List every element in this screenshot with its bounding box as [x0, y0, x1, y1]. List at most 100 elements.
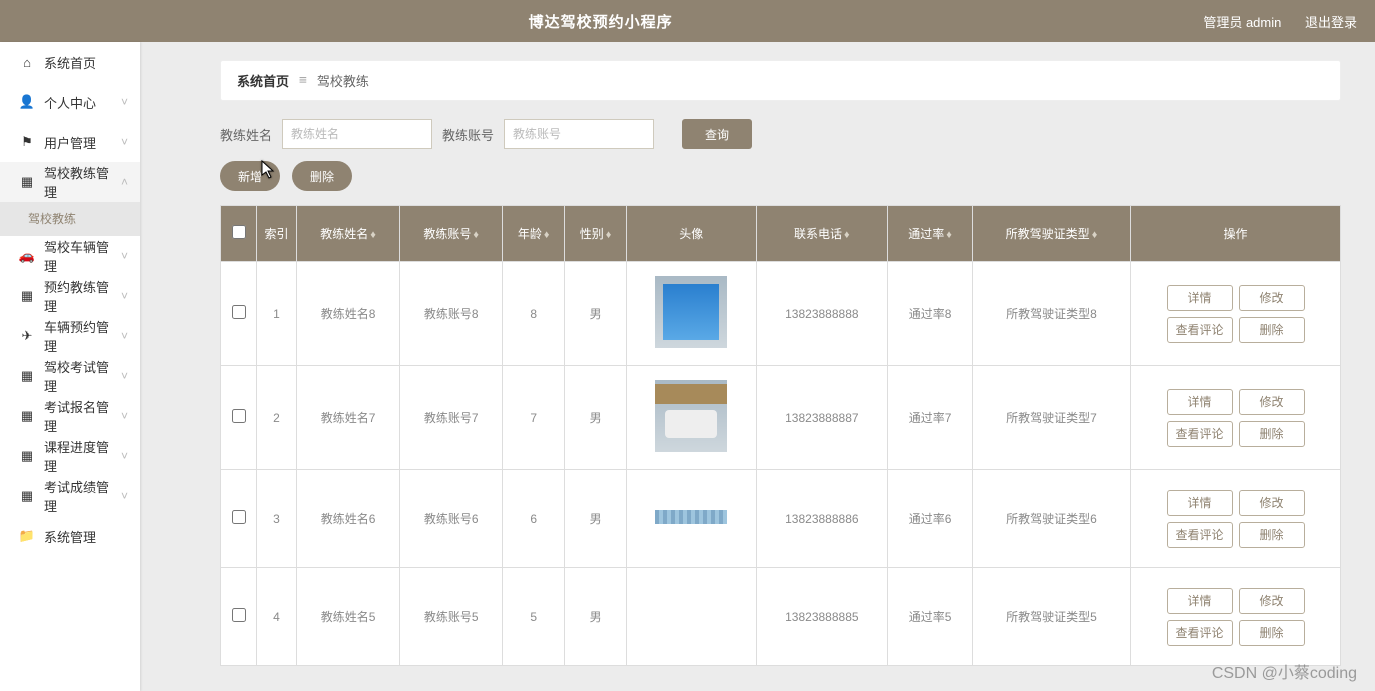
sort-icon[interactable]: ♦: [606, 229, 612, 241]
cell-phone: 13823888887: [756, 366, 888, 470]
cell-name: 教练姓名8: [297, 262, 400, 366]
sidebar-item-label: 考试报名管理: [44, 397, 121, 435]
cell-teach: 所教驾驶证类型6: [973, 470, 1131, 568]
sidebar-item-label: 驾校考试管理: [44, 357, 121, 395]
sidebar-icon: ▦: [18, 448, 36, 464]
row-checkbox[interactable]: [232, 608, 246, 622]
sidebar-item[interactable]: ▦驾校教练管理˄: [0, 162, 140, 202]
comments-button[interactable]: 查看评论: [1167, 620, 1233, 646]
sidebar-item[interactable]: ▦考试报名管理˅: [0, 396, 140, 436]
sidebar-item-label: 系统管理: [44, 527, 128, 546]
sidebar-item[interactable]: ▦驾校考试管理˅: [0, 356, 140, 396]
edit-button[interactable]: 修改: [1239, 285, 1305, 311]
sidebar-item[interactable]: ✈车辆预约管理˅: [0, 316, 140, 356]
row-delete-button[interactable]: 删除: [1239, 317, 1305, 343]
chevron-icon: ˅: [121, 329, 128, 343]
cell-account: 教练账号5: [400, 568, 503, 666]
sidebar-item[interactable]: ▦ 课程进度管理˅: [0, 436, 140, 476]
logout-link[interactable]: 退出登录: [1305, 15, 1357, 30]
sort-icon[interactable]: ♦: [370, 229, 376, 241]
table-row: 2教练姓名7教练账号77男13823888887通过率7所教驾驶证类型7详情修改…: [221, 366, 1341, 470]
sidebar-item[interactable]: 🚗驾校车辆管理˅: [0, 236, 140, 276]
sidebar-item-label: 预约教练管理: [44, 277, 121, 315]
edit-button[interactable]: 修改: [1239, 490, 1305, 516]
col-index: 索引: [257, 206, 297, 262]
row-delete-button[interactable]: 删除: [1239, 522, 1305, 548]
breadcrumb-home[interactable]: 系统首页: [237, 71, 289, 90]
col-ops: 操作: [1131, 206, 1341, 262]
col-phone: 联系电话♦: [756, 206, 888, 262]
cell-age: 6: [503, 470, 565, 568]
app-title: 博达驾校预约小程序: [18, 11, 1183, 32]
comments-button[interactable]: 查看评论: [1167, 421, 1233, 447]
sort-icon[interactable]: ♦: [1092, 229, 1098, 241]
cell-age: 8: [503, 262, 565, 366]
row-checkbox[interactable]: [232, 305, 246, 319]
filter-name-input[interactable]: [282, 119, 432, 149]
detail-button[interactable]: 详情: [1167, 490, 1233, 516]
cell-gender: 男: [565, 262, 627, 366]
col-pass: 通过率♦: [888, 206, 973, 262]
sidebar-icon: 🚗: [18, 248, 36, 264]
comments-button[interactable]: 查看评论: [1167, 317, 1233, 343]
detail-button[interactable]: 详情: [1167, 588, 1233, 614]
sidebar-item[interactable]: ▦预约教练管理˅: [0, 276, 140, 316]
cell-gender: 男: [565, 470, 627, 568]
sort-icon[interactable]: ♦: [946, 229, 952, 241]
chevron-icon: ˅: [121, 489, 128, 503]
cell-ops: 详情修改查看评论删除: [1131, 262, 1341, 366]
sidebar-item-label: 用户管理: [44, 133, 121, 152]
sidebar-item[interactable]: 📁系统管理: [0, 516, 140, 556]
chevron-icon: ˅: [121, 95, 128, 109]
edit-button[interactable]: 修改: [1239, 389, 1305, 415]
sidebar-item-label: 个人中心: [44, 93, 121, 112]
sidebar-item[interactable]: ▦考试成绩管理˅: [0, 476, 140, 516]
sidebar-subitem[interactable]: 驾校教练: [0, 202, 140, 236]
sidebar-item-label: 车辆预约管理: [44, 317, 121, 355]
add-button[interactable]: 新增: [220, 161, 280, 191]
filter-account-input[interactable]: [504, 119, 654, 149]
top-right: 管理员 admin 退出登录: [1183, 12, 1357, 31]
sidebar-item[interactable]: ⚑用户管理˅: [0, 122, 140, 162]
edit-button[interactable]: 修改: [1239, 588, 1305, 614]
chevron-icon: ˅: [121, 449, 128, 463]
detail-button[interactable]: 详情: [1167, 389, 1233, 415]
cell-name: 教练姓名6: [297, 470, 400, 568]
col-account: 教练账号♦: [400, 206, 503, 262]
breadcrumb-sep-icon: ≡: [299, 73, 307, 88]
cell-gender: 男: [565, 568, 627, 666]
avatar-image: [655, 276, 727, 348]
sidebar-item-label: 考试成绩管理: [44, 477, 121, 515]
query-button[interactable]: 查询: [682, 119, 752, 149]
sidebar-item[interactable]: ⌂系统首页: [0, 42, 140, 82]
sidebar-item-label: 课程进度管理: [44, 437, 121, 475]
sort-icon[interactable]: ♦: [544, 229, 550, 241]
sidebar-item[interactable]: 👤个人中心˅: [0, 82, 140, 122]
cell-phone: 13823888885: [756, 568, 888, 666]
row-checkbox[interactable]: [232, 409, 246, 423]
chevron-icon: ˅: [121, 249, 128, 263]
action-row: 新增 删除: [220, 161, 1341, 191]
cell-index: 2: [257, 366, 297, 470]
detail-button[interactable]: 详情: [1167, 285, 1233, 311]
cell-account: 教练账号6: [400, 470, 503, 568]
row-delete-button[interactable]: 删除: [1239, 620, 1305, 646]
avatar-image: [655, 510, 727, 524]
comments-button[interactable]: 查看评论: [1167, 522, 1233, 548]
sort-icon[interactable]: ♦: [473, 229, 479, 241]
coach-table: 索引 教练姓名♦ 教练账号♦ 年龄♦ 性别♦ 头像 联系电话♦ 通过率♦ 所教驾…: [220, 205, 1341, 666]
select-all-checkbox[interactable]: [232, 225, 246, 239]
cell-pass: 通过率8: [888, 262, 973, 366]
user-label[interactable]: 管理员 admin: [1203, 15, 1281, 30]
chevron-icon: ˅: [121, 289, 128, 303]
breadcrumb: 系统首页 ≡ 驾校教练: [220, 60, 1341, 101]
cell-pass: 通过率5: [888, 568, 973, 666]
sort-icon[interactable]: ♦: [844, 229, 850, 241]
cell-avatar: [627, 568, 756, 666]
row-checkbox[interactable]: [232, 510, 246, 524]
sidebar-icon: ⚑: [18, 134, 36, 150]
delete-button[interactable]: 删除: [292, 161, 352, 191]
row-delete-button[interactable]: 删除: [1239, 421, 1305, 447]
cell-age: 7: [503, 366, 565, 470]
sidebar-item-label: 系统首页: [44, 53, 128, 72]
